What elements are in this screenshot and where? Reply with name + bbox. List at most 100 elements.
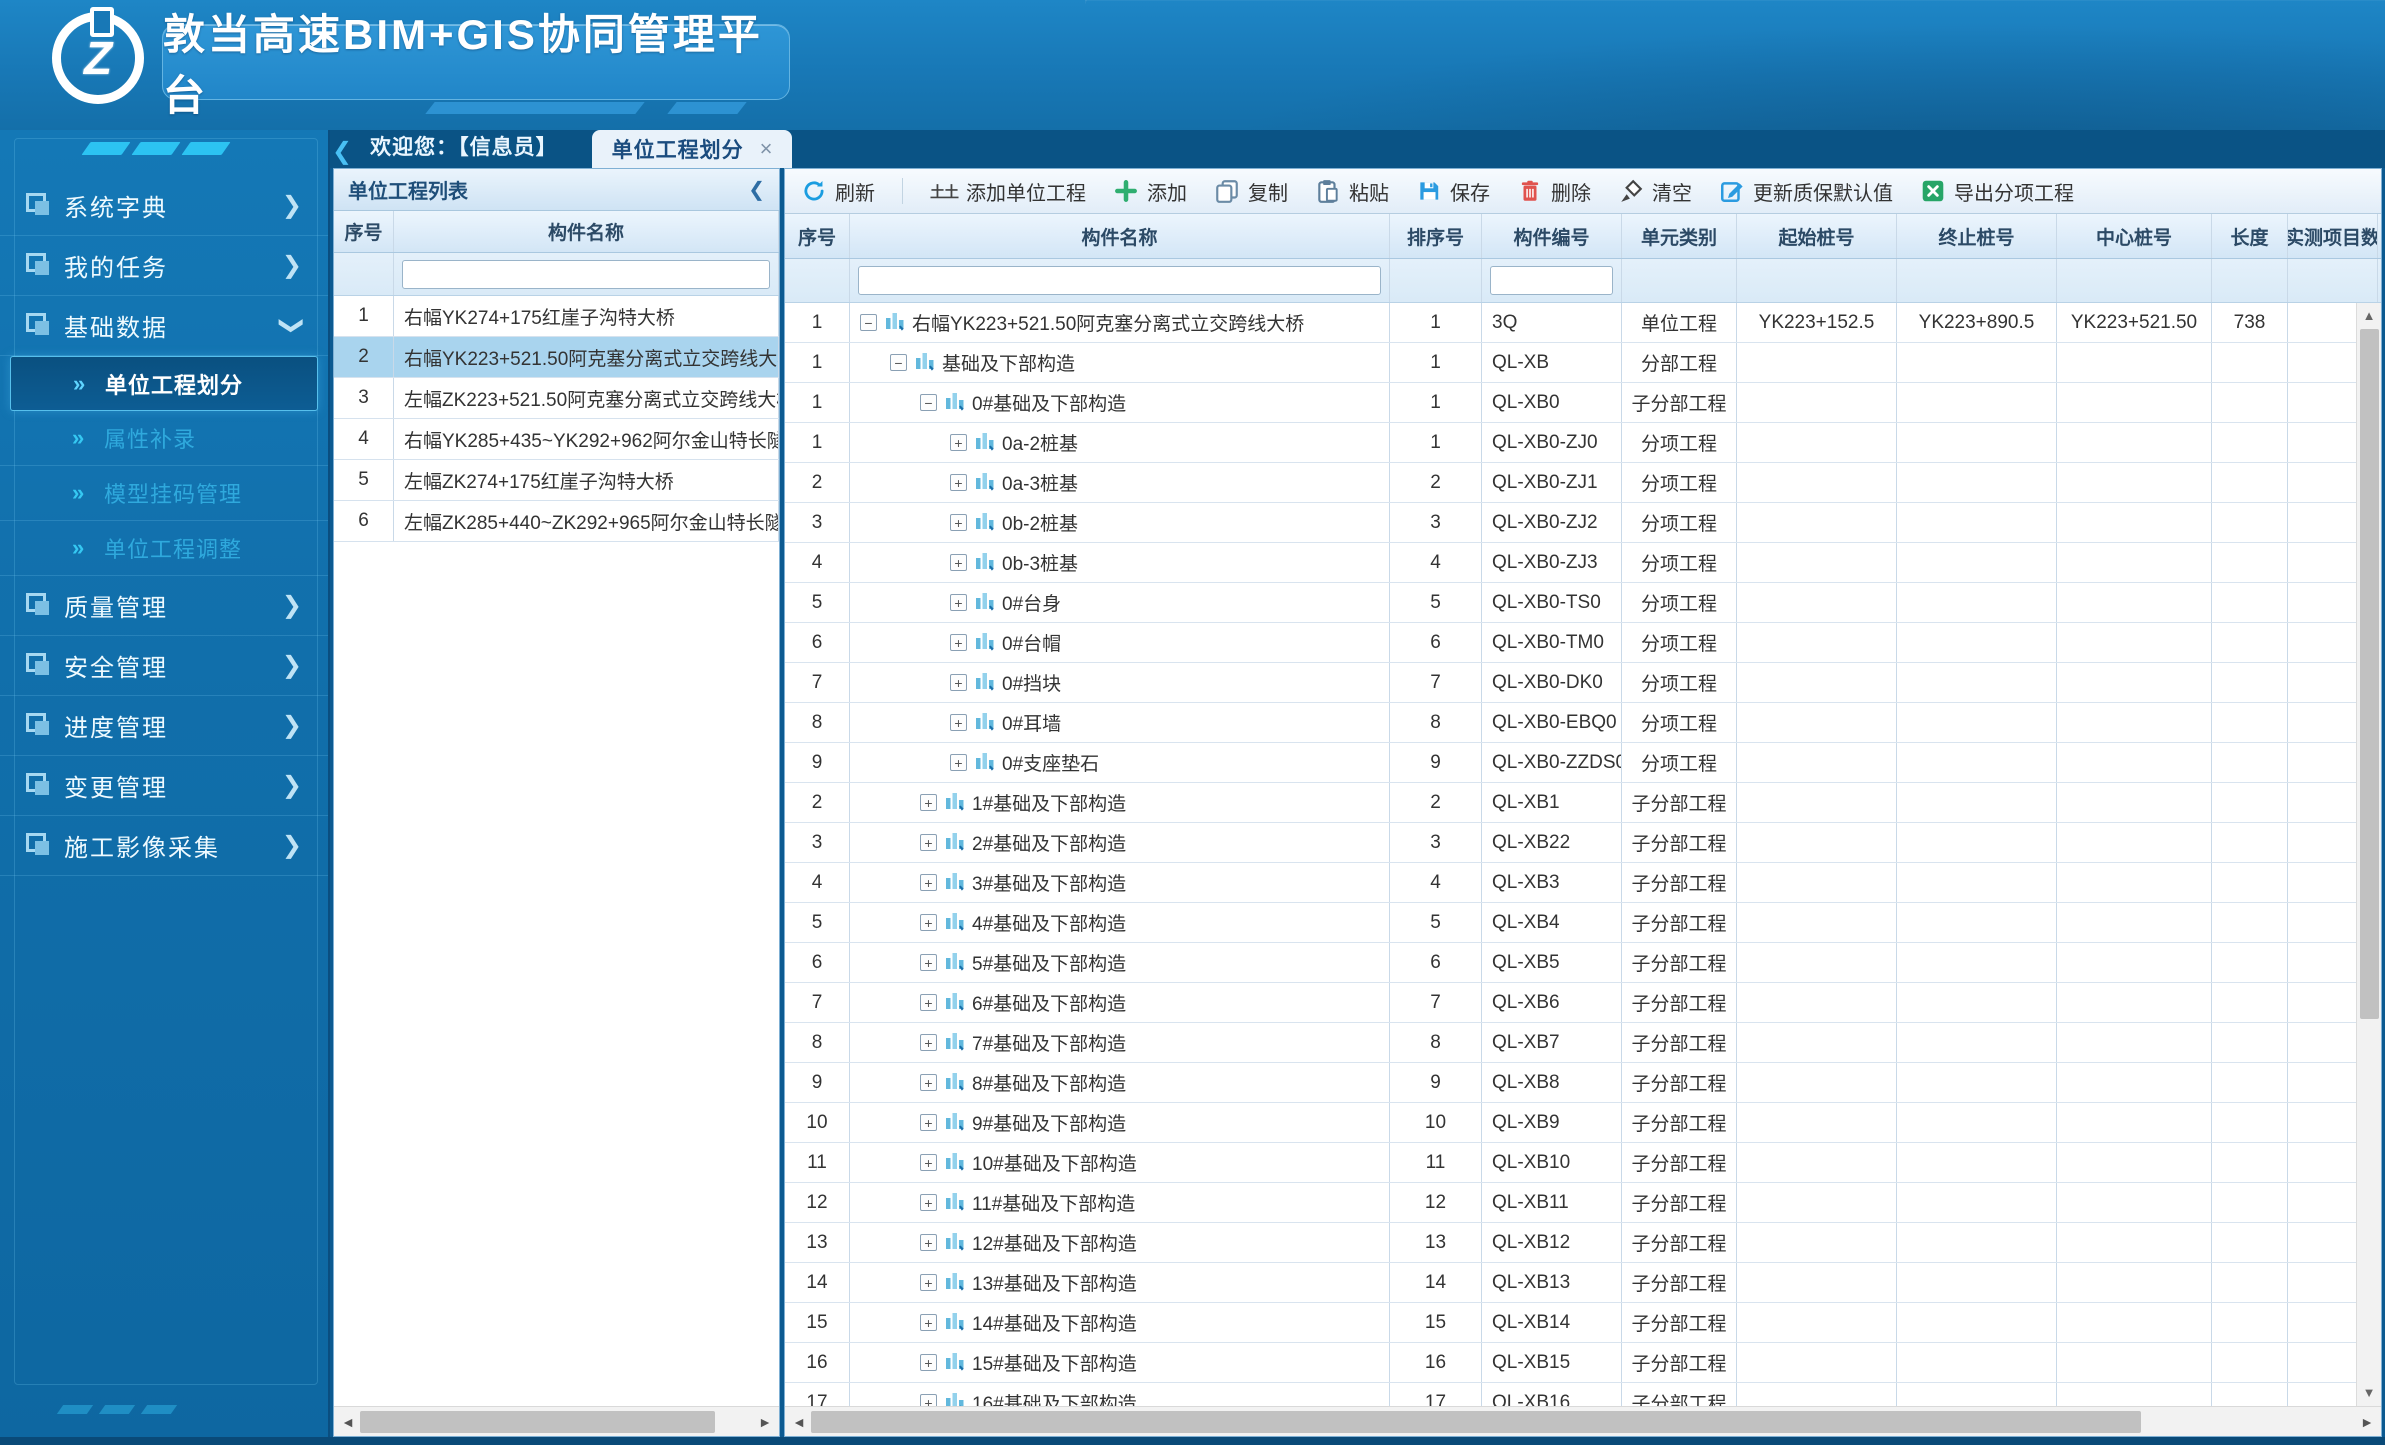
- sidebar-item-属性补录[interactable]: »属性补录: [0, 411, 328, 466]
- grid-row[interactable]: 5+0#台身5QL-XB0-TS0分项工程: [785, 583, 2356, 623]
- scroll-right-arrow-icon[interactable]: ►: [2355, 1414, 2379, 1430]
- expand-node-icon[interactable]: +: [920, 914, 937, 931]
- grid-row[interactable]: 9+0#支座垫石9QL-XB0-ZZDS0分项工程: [785, 743, 2356, 783]
- sidebar-item-单位工程调整[interactable]: »单位工程调整: [0, 521, 328, 576]
- left-name-filter-input[interactable]: [402, 260, 770, 289]
- expand-node-icon[interactable]: +: [920, 994, 937, 1011]
- grid-code-filter-input[interactable]: [1490, 266, 1613, 295]
- toolbar-button-导出分项工程[interactable]: 导出分项工程: [1920, 177, 2074, 206]
- sidebar-item-基础数据[interactable]: 基础数据❯: [0, 296, 328, 356]
- expand-node-icon[interactable]: +: [950, 634, 967, 651]
- grid-row[interactable]: 17+16#基础及下部构造17QL-XB16子分部工程: [785, 1383, 2356, 1406]
- grid-column-header-构件名称[interactable]: 构件名称: [850, 214, 1390, 258]
- expand-node-icon[interactable]: +: [920, 874, 937, 891]
- expand-node-icon[interactable]: +: [950, 594, 967, 611]
- grid-row[interactable]: 11+10#基础及下部构造11QL-XB10子分部工程: [785, 1143, 2356, 1183]
- toolbar-button-更新质保默认值[interactable]: 更新质保默认值: [1719, 177, 1893, 206]
- scroll-down-arrow-icon[interactable]: ▼: [2363, 1382, 2376, 1404]
- expand-node-icon[interactable]: +: [950, 514, 967, 531]
- sidebar-item-质量管理[interactable]: 质量管理❯: [0, 576, 328, 636]
- grid-row[interactable]: 14+13#基础及下部构造14QL-XB13子分部工程: [785, 1263, 2356, 1303]
- toolbar-button-清空[interactable]: 清空: [1618, 177, 1692, 206]
- grid-row[interactable]: 1−0#基础及下部构造1QL-XB0子分部工程: [785, 383, 2356, 423]
- left-column-header-构件名称[interactable]: 构件名称: [394, 211, 779, 252]
- vertical-scrollbar[interactable]: ▲ ▼: [2356, 303, 2381, 1406]
- vscroll-thumb[interactable]: [2360, 329, 2379, 1019]
- toolbar-button-删除[interactable]: 删除: [1517, 177, 1591, 206]
- grid-row[interactable]: 8+0#耳墙8QL-XB0-EBQ0分项工程: [785, 703, 2356, 743]
- collapse-panel-icon[interactable]: ❮: [748, 177, 765, 202]
- expand-node-icon[interactable]: +: [920, 1314, 937, 1331]
- grid-row[interactable]: 6+5#基础及下部构造6QL-XB5子分部工程: [785, 943, 2356, 983]
- grid-column-header-构件编号[interactable]: 构件编号: [1482, 214, 1622, 258]
- expand-node-icon[interactable]: +: [920, 1154, 937, 1171]
- grid-row[interactable]: 1+0a-2桩基1QL-XB0-ZJ0分项工程: [785, 423, 2356, 463]
- grid-row[interactable]: 15+14#基础及下部构造15QL-XB14子分部工程: [785, 1303, 2356, 1343]
- expand-node-icon[interactable]: +: [920, 954, 937, 971]
- left-column-header-序号[interactable]: 序号: [334, 211, 394, 252]
- expand-node-icon[interactable]: +: [920, 1194, 937, 1211]
- grid-row[interactable]: 4+0b-3桩基4QL-XB0-ZJ3分项工程: [785, 543, 2356, 583]
- grid-row[interactable]: 1−基础及下部构造1QL-XB分部工程: [785, 343, 2356, 383]
- unit-project-row[interactable]: 1右幅YK274+175红崖子沟特大桥: [334, 296, 779, 337]
- sidebar-item-单位工程划分[interactable]: »单位工程划分: [10, 356, 318, 411]
- unit-project-row[interactable]: 2右幅YK223+521.50阿克塞分离式立交跨线大桥: [334, 337, 779, 378]
- grid-column-header-排序号[interactable]: 排序号: [1390, 214, 1482, 258]
- grid-row[interactable]: 4+3#基础及下部构造4QL-XB3子分部工程: [785, 863, 2356, 903]
- grid-row[interactable]: 6+0#台帽6QL-XB0-TM0分项工程: [785, 623, 2356, 663]
- expand-node-icon[interactable]: +: [950, 714, 967, 731]
- expand-node-icon[interactable]: +: [920, 1234, 937, 1251]
- expand-node-icon[interactable]: +: [920, 1074, 937, 1091]
- grid-column-header-终止桩号[interactable]: 终止桩号: [1897, 214, 2057, 258]
- expand-node-icon[interactable]: +: [920, 1354, 937, 1371]
- grid-column-header-实测项目数[interactable]: 实测项目数: [2288, 214, 2378, 258]
- main-horizontal-scrollbar[interactable]: ◄ ►: [785, 1406, 2381, 1436]
- collapse-node-icon[interactable]: −: [920, 394, 937, 411]
- grid-row[interactable]: 2+1#基础及下部构造2QL-XB1子分部工程: [785, 783, 2356, 823]
- unit-project-row[interactable]: 5左幅ZK274+175红崖子沟特大桥: [334, 460, 779, 501]
- collapse-node-icon[interactable]: −: [860, 314, 877, 331]
- grid-row[interactable]: 12+11#基础及下部构造12QL-XB11子分部工程: [785, 1183, 2356, 1223]
- expand-node-icon[interactable]: +: [920, 1034, 937, 1051]
- grid-row[interactable]: 7+0#挡块7QL-XB0-DK0分项工程: [785, 663, 2356, 703]
- grid-row[interactable]: 1−右幅YK223+521.50阿克塞分离式立交跨线大桥13Q单位工程YK223…: [785, 303, 2356, 343]
- grid-row[interactable]: 13+12#基础及下部构造13QL-XB12子分部工程: [785, 1223, 2356, 1263]
- expand-node-icon[interactable]: +: [920, 1274, 937, 1291]
- sidebar-item-模型挂码管理[interactable]: »模型挂码管理: [0, 466, 328, 521]
- expand-node-icon[interactable]: +: [920, 1114, 937, 1131]
- grid-column-header-单元类别[interactable]: 单元类别: [1622, 214, 1737, 258]
- grid-row[interactable]: 10+9#基础及下部构造10QL-XB9子分部工程: [785, 1103, 2356, 1143]
- tab-scroll-left-icon[interactable]: ❮: [332, 140, 352, 164]
- grid-row[interactable]: 3+2#基础及下部构造3QL-XB22子分部工程: [785, 823, 2356, 863]
- collapse-node-icon[interactable]: −: [890, 354, 907, 371]
- expand-node-icon[interactable]: +: [950, 754, 967, 771]
- grid-row[interactable]: 16+15#基础及下部构造16QL-XB15子分部工程: [785, 1343, 2356, 1383]
- sidebar-item-进度管理[interactable]: 进度管理❯: [0, 696, 328, 756]
- grid-row[interactable]: 2+0a-3桩基2QL-XB0-ZJ1分项工程: [785, 463, 2356, 503]
- sidebar-item-变更管理[interactable]: 变更管理❯: [0, 756, 328, 816]
- sidebar-item-系统字典[interactable]: 系统字典❯: [0, 176, 328, 236]
- grid-row[interactable]: 3+0b-2桩基3QL-XB0-ZJ2分项工程: [785, 503, 2356, 543]
- expand-node-icon[interactable]: +: [950, 554, 967, 571]
- grid-row[interactable]: 5+4#基础及下部构造5QL-XB4子分部工程: [785, 903, 2356, 943]
- expand-node-icon[interactable]: +: [950, 474, 967, 491]
- sidebar-item-安全管理[interactable]: 安全管理❯: [0, 636, 328, 696]
- scroll-left-arrow-icon[interactable]: ◄: [787, 1414, 811, 1430]
- grid-row[interactable]: 9+8#基础及下部构造9QL-XB8子分部工程: [785, 1063, 2356, 1103]
- sidebar-item-我的任务[interactable]: 我的任务❯: [0, 236, 328, 296]
- expand-node-icon[interactable]: +: [920, 794, 937, 811]
- main-hscroll-thumb[interactable]: [811, 1411, 2141, 1433]
- unit-project-row[interactable]: 4右幅YK285+435~YK292+962阿尔金山特长隧道: [334, 419, 779, 460]
- toolbar-button-粘贴[interactable]: 粘贴: [1315, 177, 1389, 206]
- scroll-left-arrow-icon[interactable]: ◄: [336, 1414, 360, 1430]
- tab-unit-project-division[interactable]: 单位工程划分 ×: [592, 130, 793, 168]
- expand-node-icon[interactable]: +: [950, 674, 967, 691]
- unit-project-row[interactable]: 6左幅ZK285+440~ZK292+965阿尔金山特长隧道: [334, 501, 779, 542]
- expand-node-icon[interactable]: +: [950, 434, 967, 451]
- scroll-right-arrow-icon[interactable]: ►: [753, 1414, 777, 1430]
- expand-node-icon[interactable]: +: [920, 1394, 937, 1406]
- toolbar-button-添加单位工程[interactable]: 土土添加单位工程: [930, 177, 1086, 206]
- toolbar-button-保存[interactable]: 保存: [1416, 177, 1490, 206]
- grid-column-header-起始桩号[interactable]: 起始桩号: [1737, 214, 1897, 258]
- toolbar-button-添加[interactable]: 添加: [1113, 177, 1187, 206]
